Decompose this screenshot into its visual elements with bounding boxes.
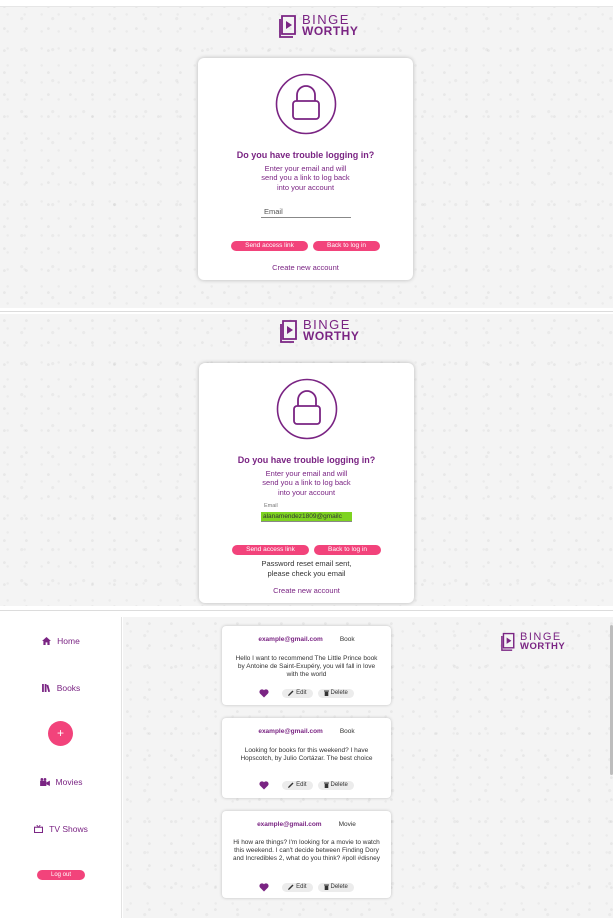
recovery-subtitle: Enter your email and will send you a lin…	[262, 469, 351, 497]
back-to-login-button[interactable]: Back to log in	[313, 241, 380, 251]
post-actions: Edit Delete	[222, 882, 391, 892]
nav-home-label: Home	[57, 636, 80, 646]
post-text: Looking for books for this weekend? I ha…	[240, 747, 373, 762]
heart-icon[interactable]	[259, 780, 269, 790]
pencil-icon	[288, 884, 294, 890]
trash-icon	[323, 884, 329, 890]
add-post-button[interactable]: +	[48, 721, 73, 746]
trash-icon	[323, 690, 329, 696]
play-book-icon	[501, 633, 515, 652]
pencil-icon	[288, 782, 294, 788]
post-text: Hi how are things? I'm looking for a mov…	[232, 839, 381, 862]
logo-worthy-text: WORTHY	[520, 641, 566, 653]
delete-button[interactable]: Delete	[317, 882, 354, 892]
post-header: example@gmail.com Book	[222, 636, 391, 643]
screen-divider	[0, 311, 613, 312]
recovery-card: Do you have trouble logging in? Enter yo…	[198, 58, 413, 280]
recovery-title: Do you have trouble logging in?	[236, 150, 375, 160]
post-header: example@gmail.com Movie	[222, 821, 391, 828]
back-to-login-button[interactable]: Back to log in	[314, 545, 381, 555]
reset-confirmation: Password reset email sent, please check …	[261, 559, 352, 578]
bingeworthy-logo: BINGE WORTHY	[279, 13, 359, 39]
nav-tv-shows-label: TV Shows	[49, 824, 88, 834]
post-category: Movie	[338, 821, 356, 828]
nav-books-label: Books	[56, 683, 81, 693]
recovery-subtitle: Enter your email and will send you a lin…	[261, 164, 350, 192]
bingeworthy-logo: BINGE WORTHY	[501, 631, 566, 653]
post-category: Book	[339, 728, 355, 735]
screen-divider	[0, 610, 613, 611]
pencil-icon	[288, 690, 294, 696]
edit-button[interactable]: Edit	[282, 688, 313, 698]
logo-worthy-text: WORTHY	[302, 24, 359, 39]
email-label: Email	[264, 503, 278, 509]
edit-button[interactable]: Edit	[282, 780, 313, 790]
tv-icon	[34, 825, 44, 833]
logout-button[interactable]: Log out	[37, 870, 85, 880]
play-book-icon	[279, 15, 296, 38]
nav-tv-shows[interactable]: TV Shows	[0, 824, 122, 834]
post-card: example@gmail.com Book Hello I want to r…	[222, 626, 391, 705]
recovery-screen-empty: BINGE WORTHY Do you have trouble logging…	[0, 0, 613, 308]
lock-icon	[275, 73, 336, 135]
send-access-link-button[interactable]: Send access link	[232, 545, 309, 555]
post-category: Book	[339, 636, 355, 643]
post-author[interactable]: example@gmail.com	[257, 821, 322, 828]
play-book-icon	[280, 320, 297, 343]
heart-icon[interactable]	[259, 688, 269, 698]
nav-books[interactable]: Books	[0, 683, 122, 693]
recovery-screen-sent: BINGE WORTHY Do you have trouble logging…	[0, 314, 613, 606]
nav-movies-label: Movies	[55, 777, 83, 787]
books-icon	[41, 684, 50, 692]
post-header: example@gmail.com Book	[222, 728, 391, 735]
heart-icon[interactable]	[259, 882, 269, 892]
post-author[interactable]: example@gmail.com	[258, 636, 323, 643]
email-input[interactable]: Email	[261, 207, 351, 218]
feed-screen: Home Books + Movies TV Shows Log out BIN…	[0, 617, 613, 918]
post-card: example@gmail.com Movie Hi how are thing…	[222, 811, 391, 898]
edit-button[interactable]: Edit	[282, 882, 313, 892]
top-bar	[0, 0, 613, 7]
logo-worthy-text: WORTHY	[303, 329, 360, 344]
sidebar: Home Books + Movies TV Shows Log out	[0, 617, 122, 918]
email-input[interactable]: alanamendez1809@gmailc	[261, 512, 352, 522]
movie-camera-icon	[39, 778, 50, 786]
create-account-link[interactable]: Create new account	[198, 263, 413, 272]
home-icon	[42, 637, 52, 645]
recovery-card: Do you have trouble logging in? Enter yo…	[199, 363, 414, 603]
send-access-link-button[interactable]: Send access link	[231, 241, 308, 251]
bingeworthy-logo: BINGE WORTHY	[280, 318, 360, 344]
recovery-title: Do you have trouble logging in?	[237, 455, 376, 465]
lock-icon	[276, 378, 337, 440]
delete-button[interactable]: Delete	[317, 688, 354, 698]
post-card: example@gmail.com Book Looking for books…	[222, 718, 391, 798]
nav-movies[interactable]: Movies	[0, 777, 122, 787]
post-text: Hello I want to recommend The Little Pri…	[235, 655, 378, 678]
trash-icon	[323, 782, 329, 788]
create-account-link[interactable]: Create new account	[199, 586, 414, 595]
post-actions: Edit Delete	[222, 780, 391, 790]
post-actions: Edit Delete	[222, 688, 391, 698]
delete-button[interactable]: Delete	[317, 780, 354, 790]
post-author[interactable]: example@gmail.com	[258, 728, 323, 735]
nav-home[interactable]: Home	[0, 636, 122, 646]
